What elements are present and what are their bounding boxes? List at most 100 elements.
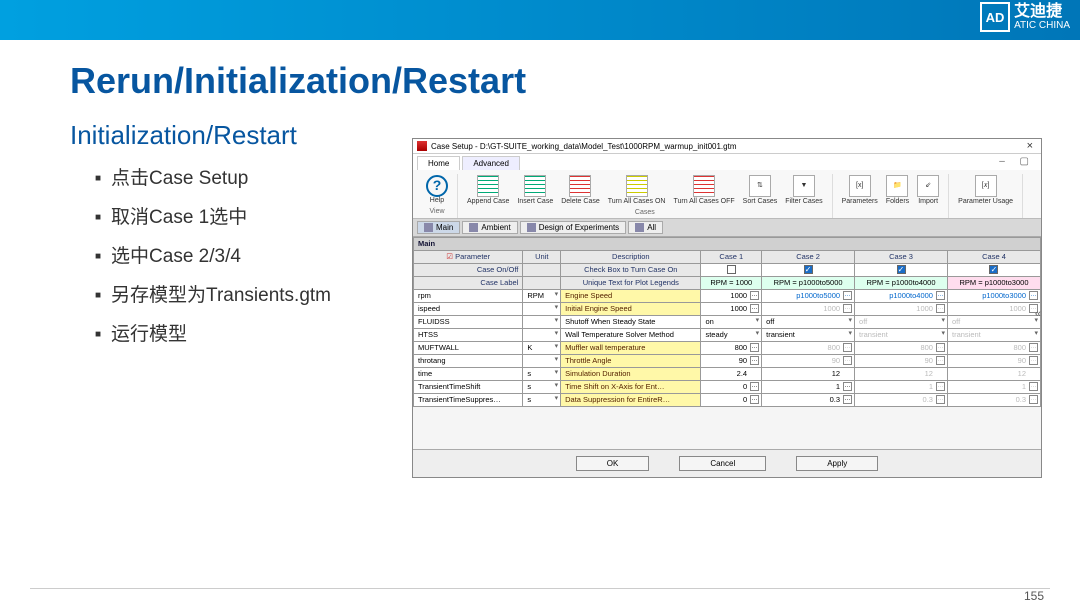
htss-c2[interactable]: transient (762, 328, 855, 341)
case-setup-dialog: Case Setup - D:\GT-SUITE_working_data\Mo… (412, 138, 1042, 478)
titlebar: Case Setup - D:\GT-SUITE_working_data\Mo… (413, 139, 1041, 154)
caselabel-c4[interactable]: RPM = p1000to3000 (947, 276, 1040, 289)
unit-rpm[interactable]: RPM (523, 289, 561, 302)
case2-checkbox[interactable]: ✓ (762, 263, 855, 276)
param-muftwall: MUFTWALL (414, 341, 523, 354)
filter-cases-button[interactable]: ▼Filter Cases (782, 174, 825, 207)
param-throtang: throtang (414, 354, 523, 367)
case3-checkbox[interactable]: ✓ (855, 263, 948, 276)
subtab-main[interactable]: Main (417, 221, 460, 234)
insert-case-button[interactable]: Insert Case (514, 174, 556, 207)
rpm-c3[interactable]: p1000to4000… (855, 289, 948, 302)
fluid-c3[interactable]: off (855, 315, 948, 328)
footer-divider (30, 588, 1050, 589)
tab-advanced[interactable]: Advanced (462, 156, 520, 170)
ribbon-tabstrip: Home Advanced – ▢ (413, 154, 1041, 170)
case4-checkbox[interactable]: ✓ (947, 263, 1040, 276)
expand-handle[interactable]: « (1035, 308, 1041, 320)
fluid-c1[interactable]: on (701, 315, 762, 328)
fluid-c2[interactable]: off (762, 315, 855, 328)
ts-c4[interactable]: 1… (947, 380, 1040, 393)
close-button[interactable]: × (1023, 140, 1037, 152)
rpm-c4[interactable]: p1000to3000… (947, 289, 1040, 302)
rpm-c2[interactable]: p1000to5000… (762, 289, 855, 302)
hdr-case3[interactable]: Case 3 (855, 250, 948, 263)
desc-ispeed: Initial Engine Speed (561, 302, 701, 315)
thr-c2[interactable]: 90… (762, 354, 855, 367)
hdr-case4[interactable]: Case 4 (947, 250, 1040, 263)
help-button[interactable]: ?Help (423, 174, 451, 206)
caselabel-c2[interactable]: RPM = p1000to5000 (762, 276, 855, 289)
thr-c1[interactable]: 90… (701, 354, 762, 367)
unit-ispeed[interactable] (523, 302, 561, 315)
thr-c3[interactable]: 90… (855, 354, 948, 367)
sup-c4[interactable]: 0.3… (947, 393, 1040, 406)
parameter-grid[interactable]: Main ☑ Parameter Unit Description Case 1… (413, 237, 1041, 407)
subtab-doe[interactable]: Design of Experiments (520, 221, 626, 234)
htss-c4[interactable]: transient (947, 328, 1040, 341)
htss-c1[interactable]: steady (701, 328, 762, 341)
desc-suppress: Data Suppression for EntireR… (561, 393, 701, 406)
hdr-parameter: ☑ Parameter (414, 250, 523, 263)
page-number: 155 (1024, 589, 1044, 603)
folders-button[interactable]: 📁Folders (883, 174, 912, 207)
ok-button[interactable]: OK (576, 456, 650, 471)
hdr-case1[interactable]: Case 1 (701, 250, 762, 263)
ts-c1[interactable]: 0… (701, 380, 762, 393)
desc-throtang: Throttle Angle (561, 354, 701, 367)
all-on-button[interactable]: Turn All Cases ON (605, 174, 669, 207)
mufw-c2[interactable]: 800… (762, 341, 855, 354)
desc-muftwall: Muffler wall temperature (561, 341, 701, 354)
param-htss: HTSS (414, 328, 523, 341)
time-c3[interactable]: 12 (855, 367, 948, 380)
desc-timeshift: Time Shift on X-Axis for Ent… (561, 380, 701, 393)
htss-c3[interactable]: transient (855, 328, 948, 341)
param-suppress: TransientTimeSuppres… (414, 393, 523, 406)
mufw-c1[interactable]: 800… (701, 341, 762, 354)
ts-c2[interactable]: 1… (762, 380, 855, 393)
cancel-button[interactable]: Cancel (679, 456, 766, 471)
import-button[interactable]: ⇙Import (914, 174, 942, 207)
apply-button[interactable]: Apply (796, 456, 878, 471)
sup-c3[interactable]: 0.3… (855, 393, 948, 406)
desc-htss: Wall Temperature Solver Method (561, 328, 701, 341)
ispd-c4[interactable]: 1000… (947, 302, 1040, 315)
hdr-unit: Unit (523, 250, 561, 263)
desc-rpm: Engine Speed (561, 289, 701, 302)
caselabel-c1[interactable]: RPM = 1000 (701, 276, 762, 289)
rpm-c1[interactable]: 1000… (701, 289, 762, 302)
sort-cases-button[interactable]: ⇅Sort Cases (740, 174, 781, 207)
row-onoff-desc: Check Box to Turn Case On (561, 263, 701, 276)
param-rpm: rpm (414, 289, 523, 302)
ts-c3[interactable]: 1… (855, 380, 948, 393)
thr-c4[interactable]: 90… (947, 354, 1040, 367)
ribbon: ?Help View Append Case Insert Case Delet… (413, 170, 1041, 219)
append-case-button[interactable]: Append Case (464, 174, 512, 207)
sup-c2[interactable]: 0.3… (762, 393, 855, 406)
case1-checkbox[interactable] (701, 263, 762, 276)
mufw-c3[interactable]: 800… (855, 341, 948, 354)
time-c1[interactable]: 2.4 (701, 367, 762, 380)
subtab-bar: Main Ambient Design of Experiments All (413, 219, 1041, 237)
time-c4[interactable]: 12 (947, 367, 1040, 380)
window-controls[interactable]: – ▢ (999, 156, 1041, 170)
ispd-c1[interactable]: 1000… (701, 302, 762, 315)
parameter-usage-button[interactable]: [𝑥]Parameter Usage (955, 174, 1016, 207)
tab-home[interactable]: Home (417, 156, 460, 170)
subtab-ambient[interactable]: Ambient (462, 221, 517, 234)
ispd-c2[interactable]: 1000… (762, 302, 855, 315)
subtab-all[interactable]: All (628, 221, 663, 234)
fluid-c4[interactable]: off (947, 315, 1040, 328)
hdr-desc: Description (561, 250, 701, 263)
all-off-button[interactable]: Turn All Cases OFF (670, 174, 737, 207)
time-c2[interactable]: 12 (762, 367, 855, 380)
parameters-button[interactable]: [x]Parameters (839, 174, 881, 207)
param-fluidss: FLUIDSS (414, 315, 523, 328)
sup-c1[interactable]: 0… (701, 393, 762, 406)
delete-case-button[interactable]: Delete Case (558, 174, 603, 207)
hdr-case2[interactable]: Case 2 (762, 250, 855, 263)
ispd-c3[interactable]: 1000… (855, 302, 948, 315)
mufw-c4[interactable]: 800… (947, 341, 1040, 354)
caselabel-c3[interactable]: RPM = p1000to4000 (855, 276, 948, 289)
group-cases: Cases (635, 209, 655, 216)
